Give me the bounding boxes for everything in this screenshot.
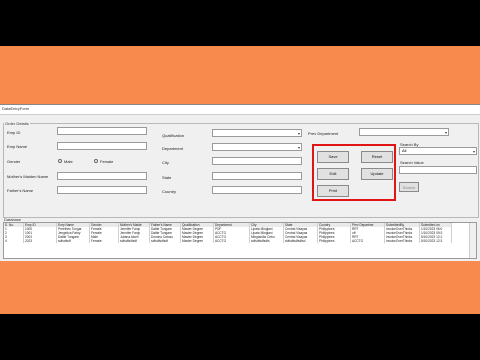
table-cell: 5/10/2023 12:3 [420, 239, 452, 243]
table-cell: sdfsdfsdfsdf [150, 239, 181, 243]
emp-id-input[interactable] [57, 127, 147, 135]
mother-maiden-name-label: Mother's Maiden Name [7, 174, 49, 179]
search-button[interactable]: Search [399, 182, 419, 192]
database-section: Database S. No. Emp ID Emp Name Gender Mothe… [3, 217, 477, 259]
department-select[interactable]: ▾ [212, 143, 302, 151]
chevron-down-icon: ▾ [472, 149, 475, 154]
search-by-select[interactable]: All ▾ [399, 147, 477, 155]
table-cell: Philippines [318, 239, 351, 243]
table-cell: ACCTG [214, 239, 250, 243]
search-value-label: Search Value [400, 160, 424, 165]
father-name-label: Father's Name [7, 188, 34, 193]
reset-button[interactable]: Reset [361, 151, 393, 163]
table-cell: 4 [4, 239, 24, 243]
mother-maiden-name-input[interactable] [57, 172, 147, 180]
father-name-input[interactable] [57, 186, 147, 194]
table-cell: ACCTG [351, 239, 385, 243]
emp-id-label: Emp ID [7, 130, 21, 135]
search-by-value: All [402, 148, 407, 153]
table-row[interactable]: 4 2023 sdfsdfsdf Female sdfsdfsdfsdf sdfsdfsd… [4, 239, 472, 243]
table-cell: sdfsdfsdfsdfs [250, 239, 284, 243]
window-title: DataEntryForm [2, 106, 30, 111]
emp-name-label: Emp Name [7, 144, 28, 149]
save-button[interactable]: Save [317, 151, 349, 163]
prev-department-select[interactable]: ▾ [359, 128, 449, 136]
table-cell: Female [90, 239, 119, 243]
gender-label: Gender [7, 159, 21, 164]
state-label: State [162, 175, 172, 180]
emp-name-input[interactable] [57, 142, 147, 150]
gender-male-label: Male [64, 159, 73, 164]
data-entry-window: DataEntryForm Order Details Emp ID Emp N… [0, 104, 480, 261]
table-cell: sdfsdfsdfsdf [119, 239, 150, 243]
city-input[interactable] [212, 157, 302, 165]
search-value-input[interactable] [399, 166, 477, 174]
table-cell: sdfsdfsdf [57, 239, 90, 243]
country-input[interactable] [212, 186, 302, 194]
chevron-down-icon: ▾ [444, 130, 447, 135]
update-button[interactable]: Update [361, 168, 393, 180]
department-label: Department [162, 146, 183, 151]
qualification-label: Qualification [162, 133, 185, 138]
gender-male-radio[interactable] [58, 159, 62, 163]
window-titlebar: DataEntryForm [0, 105, 480, 115]
table-cell: invoiceOverThinks [385, 239, 420, 243]
edit-button[interactable]: Edit [317, 168, 349, 180]
table-cell: 2023 [24, 239, 57, 243]
gender-female-label: Female [100, 159, 114, 164]
qualification-select[interactable]: ▾ [212, 129, 302, 137]
database-grid[interactable]: S. No. Emp ID Emp Name Gender Mother's Maide… [3, 222, 477, 259]
gender-female-radio[interactable] [94, 159, 98, 163]
chevron-down-icon: ▾ [297, 145, 300, 150]
country-label: Country [162, 189, 177, 194]
table-cell: Master Degree [181, 239, 214, 243]
order-details-title: Order Details [4, 121, 30, 126]
city-label: City [162, 160, 169, 165]
table-cell: sdfsdfsdfsdfsd [284, 239, 318, 243]
print-button[interactable]: Print [317, 185, 349, 197]
prev-department-label: Prev Department [308, 131, 339, 136]
chevron-down-icon: ▾ [297, 131, 300, 136]
state-input[interactable] [212, 172, 302, 180]
